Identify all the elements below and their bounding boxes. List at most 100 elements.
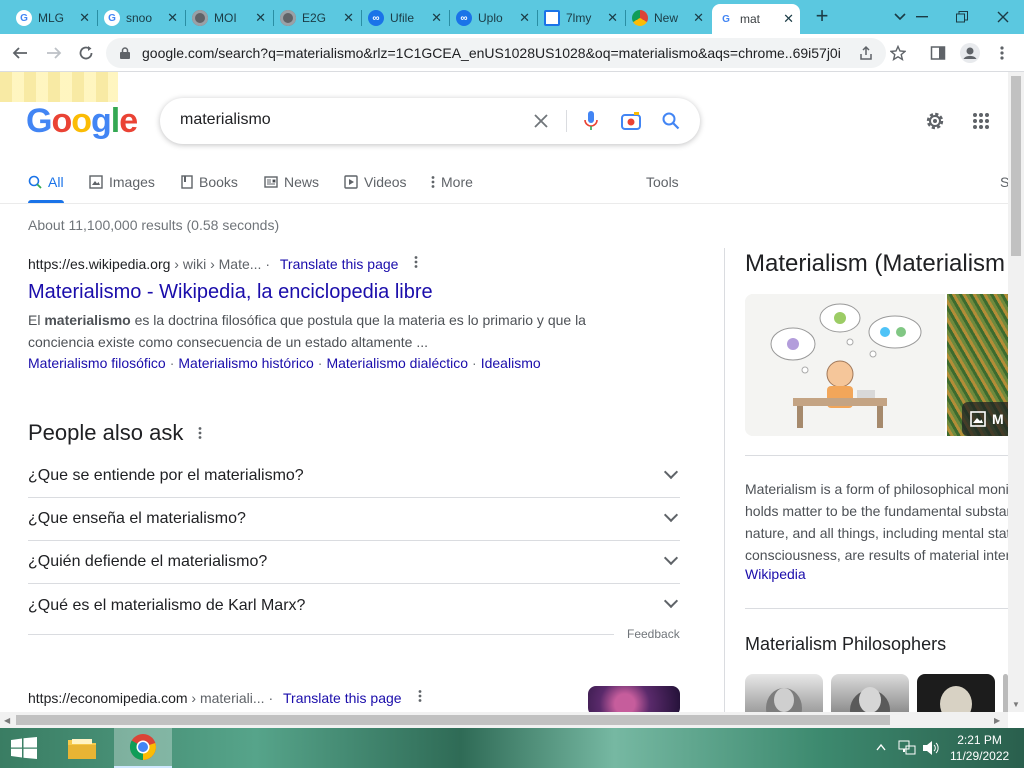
side-panel-icon xyxy=(930,46,946,60)
reload-button[interactable] xyxy=(72,39,100,67)
knowledge-panel-image[interactable] xyxy=(745,294,945,436)
file-explorer-button[interactable] xyxy=(58,728,106,768)
browser-tab[interactable]: 7lmy ✕ xyxy=(538,4,624,32)
browser-tab[interactable]: ∞ Uplo ✕ xyxy=(450,4,536,32)
sitelink[interactable]: Materialismo filosófico xyxy=(28,355,166,371)
philosopher-portrait[interactable] xyxy=(831,674,909,712)
tab-images[interactable]: Images xyxy=(89,174,155,190)
vertical-scrollbar[interactable]: ▼ xyxy=(1008,72,1024,712)
scroll-down-icon[interactable]: ▼ xyxy=(1012,700,1020,709)
restore-button[interactable] xyxy=(942,0,982,34)
tab-title: New xyxy=(654,11,679,25)
google-logo[interactable]: Google xyxy=(26,102,138,141)
back-button[interactable] xyxy=(6,39,34,67)
close-tab-icon[interactable]: ✕ xyxy=(519,10,530,26)
result-title-link[interactable]: Materialismo - Wikipedia, la enciclopedi… xyxy=(28,281,433,304)
tab-news[interactable]: News xyxy=(264,174,319,190)
paa-question[interactable]: ¿Que se entiende por el materialismo? xyxy=(28,455,680,498)
knowledge-panel-divider xyxy=(724,248,725,712)
tab-videos[interactable]: Videos xyxy=(344,174,407,190)
profile-button[interactable] xyxy=(956,39,984,67)
minimize-button[interactable] xyxy=(902,0,942,34)
result-url[interactable]: https://es.wikipedia.org xyxy=(28,256,170,272)
paa-options-button[interactable] xyxy=(198,426,202,445)
newspaper-icon xyxy=(264,176,278,188)
browser-menu-button[interactable] xyxy=(988,39,1016,67)
paa-question[interactable]: ¿Que enseña el materialismo? xyxy=(28,498,680,541)
close-tab-icon[interactable]: ✕ xyxy=(607,10,618,26)
start-button[interactable] xyxy=(0,728,48,768)
chrome-taskbar-button[interactable] xyxy=(114,728,172,768)
restore-icon xyxy=(956,11,968,23)
result-url[interactable]: https://economipedia.com xyxy=(28,690,188,706)
browser-tab[interactable]: G MLG ✕ xyxy=(10,4,96,32)
address-bar[interactable]: google.com/search?q=materialismo&rlz=1C1… xyxy=(106,38,886,68)
network-button[interactable] xyxy=(898,740,916,759)
knowledge-panel-title: Materialism (Materialism xyxy=(745,250,1006,277)
more-images-button[interactable]: M xyxy=(962,402,1008,436)
show-hidden-icons-button[interactable] xyxy=(876,740,886,754)
google-apps-button[interactable] xyxy=(968,108,994,134)
close-tab-icon[interactable]: ✕ xyxy=(167,10,178,26)
forward-button[interactable] xyxy=(40,39,68,67)
close-tab-icon[interactable]: ✕ xyxy=(343,10,354,26)
horizontal-scrollbar[interactable]: ◀ ▶ xyxy=(0,712,1008,728)
close-tab-icon[interactable]: ✕ xyxy=(431,10,442,26)
search-input[interactable]: materialismo xyxy=(180,111,271,129)
browser-tab[interactable]: Gmat ✕ xyxy=(712,4,800,34)
safesearch-button[interactable]: S xyxy=(1000,174,1008,190)
image-search-button[interactable] xyxy=(618,108,644,134)
close-tab-icon[interactable]: ✕ xyxy=(255,10,266,26)
browser-tab[interactable]: E2G ✕ xyxy=(274,4,360,32)
google-g-icon: G xyxy=(104,10,120,26)
sitelink[interactable]: Idealismo xyxy=(481,355,541,371)
result-options-button[interactable] xyxy=(414,255,418,274)
browser-tab[interactable]: ∞ Ufile ✕ xyxy=(362,4,448,32)
browser-tab[interactable]: MOI ✕ xyxy=(186,4,272,32)
search-box[interactable]: materialismo xyxy=(160,98,700,144)
play-icon xyxy=(344,175,358,189)
tools-button[interactable]: Tools xyxy=(646,174,679,190)
close-tab-icon[interactable]: ✕ xyxy=(693,10,704,26)
taskbar-clock[interactable]: 2:21 PM 11/29/2022 xyxy=(950,732,1009,764)
search-results-page: Google materialismo All Images Books New… xyxy=(0,72,1008,712)
result-thumbnail[interactable] xyxy=(588,686,680,712)
close-tab-icon[interactable]: ✕ xyxy=(79,10,90,26)
scroll-left-icon[interactable]: ◀ xyxy=(4,716,10,725)
google-g-icon: G xyxy=(718,11,734,27)
share-button[interactable] xyxy=(852,39,880,67)
philosopher-portrait[interactable] xyxy=(745,674,823,712)
search-button[interactable] xyxy=(658,108,684,134)
philosopher-portrait[interactable] xyxy=(917,674,995,712)
translate-link[interactable]: Translate this page xyxy=(283,690,402,706)
paa-question[interactable]: ¿Qué es el materialismo de Karl Marx? xyxy=(28,584,680,627)
scrollbar-thumb[interactable] xyxy=(1011,76,1021,256)
browser-tab[interactable]: New ✕ xyxy=(626,4,710,32)
wikipedia-source-link[interactable]: Wikipedia xyxy=(745,566,806,582)
volume-button[interactable] xyxy=(922,740,940,759)
doc-icon xyxy=(544,10,560,26)
translate-link[interactable]: Translate this page xyxy=(280,256,399,272)
bookmark-button[interactable] xyxy=(884,39,912,67)
scrollbar-thumb[interactable] xyxy=(16,715,890,725)
tab-books[interactable]: Books xyxy=(181,174,238,190)
feedback-link[interactable]: Feedback xyxy=(627,627,680,641)
browser-tab[interactable]: Gsnoo ✕ xyxy=(98,4,184,32)
folder-icon xyxy=(68,739,96,759)
scroll-right-icon[interactable]: ▶ xyxy=(994,716,1000,725)
new-tab-button[interactable]: + xyxy=(810,5,834,29)
voice-search-button[interactable] xyxy=(578,108,604,134)
tab-more[interactable]: More xyxy=(431,174,473,190)
tab-all[interactable]: All xyxy=(28,174,64,203)
side-panel-button[interactable] xyxy=(924,39,952,67)
close-window-button[interactable] xyxy=(982,0,1024,34)
sitelink[interactable]: Materialismo dialéctico xyxy=(326,355,468,371)
clear-search-button[interactable] xyxy=(528,108,554,134)
close-tab-icon[interactable]: ✕ xyxy=(783,11,794,27)
browser-toolbar: google.com/search?q=materialismo&rlz=1C1… xyxy=(0,34,1024,72)
settings-button[interactable] xyxy=(922,108,948,134)
tab-title: E2G xyxy=(302,11,327,25)
result-options-button[interactable] xyxy=(418,689,422,708)
paa-question[interactable]: ¿Quién defiende el materialismo? xyxy=(28,541,680,584)
sitelink[interactable]: Materialismo histórico xyxy=(178,355,313,371)
